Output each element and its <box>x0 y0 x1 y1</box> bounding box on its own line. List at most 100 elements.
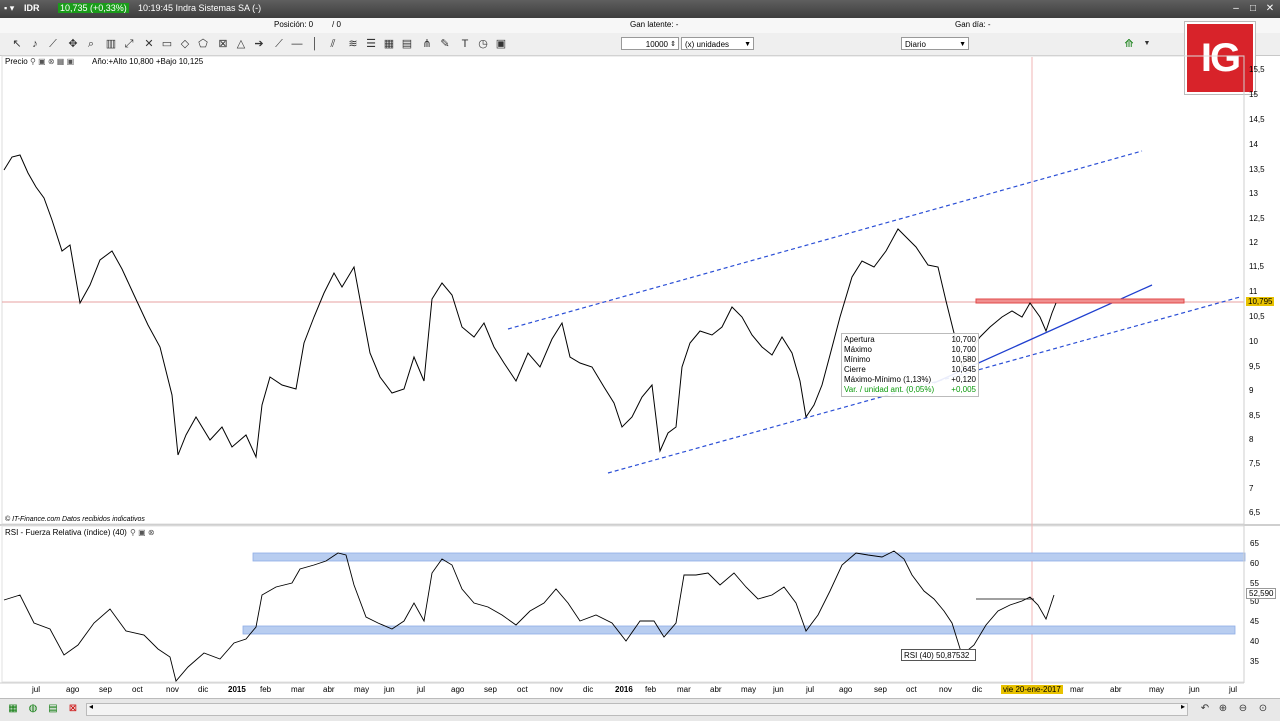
levels-icon[interactable]: ▤ <box>400 37 414 51</box>
indicator-icon[interactable]: ◍ <box>26 702 40 716</box>
price-y-tick: 9,5 <box>1249 362 1261 371</box>
info-row-label: Mínimo <box>844 355 871 364</box>
scroll-left-icon[interactable]: ◂ <box>89 702 93 711</box>
info-row-value: 10,645 <box>951 365 976 374</box>
window-menu-icon[interactable]: ▪ ▾ <box>4 3 14 14</box>
period-value: Diario <box>905 40 926 49</box>
x-axis-label: may <box>354 685 370 694</box>
info-row-value: +0,005 <box>951 385 976 394</box>
price-y-tick: 6,5 <box>1249 508 1261 517</box>
rsi-y-tick: 55 <box>1250 579 1259 588</box>
x-axis-label: abr <box>710 685 722 694</box>
current-price-badge: 10,795 <box>1246 297 1275 306</box>
triangle-icon[interactable]: △ <box>234 37 248 51</box>
spinner-icon[interactable]: ⇕ <box>670 38 676 51</box>
title-bar: ▪ ▾ IDR 10,735 (+0,33%) 10:19:45 Indra S… <box>0 0 1280 18</box>
chart-area[interactable]: Precio ⚲ ▣ ⊗ ▦ ▣ Año:+Alto 10,800 +Bajo … <box>0 55 1280 695</box>
chart-type-icon[interactable]: ⟰ <box>1118 37 1140 51</box>
horizontal-line-icon[interactable]: — <box>290 37 304 51</box>
period-select[interactable]: Diario ▼ <box>901 37 969 50</box>
x-axis-label: may <box>1149 685 1165 694</box>
chart-canvas[interactable] <box>0 55 1280 695</box>
close-button[interactable]: ✕ <box>1264 3 1276 15</box>
x-axis-label: 2015 <box>228 685 246 694</box>
units-select[interactable]: (x) unidades ▼ <box>681 37 754 50</box>
zoom-icon[interactable]: ⌕ <box>84 37 98 51</box>
text-icon[interactable]: T <box>458 37 472 51</box>
pencil-icon[interactable]: ✎ <box>438 37 452 51</box>
x-axis-label: ago <box>66 685 80 694</box>
diamond-icon[interactable]: ◇ <box>178 37 192 51</box>
price-change-badge: 10,735 (+0,33%) <box>58 3 129 13</box>
draw-line-icon[interactable]: ⤢ <box>122 37 136 51</box>
x-axis-label: nov <box>550 685 563 694</box>
price-y-tick: 15 <box>1249 90 1258 99</box>
position-bar: Posición: 0 / 0 Gan latente: - Gan día: … <box>0 18 1280 34</box>
quantity-input[interactable]: 10000 ⇕ <box>621 37 679 50</box>
rsi-y-tick: 45 <box>1250 617 1259 626</box>
chevron-down-icon: ▼ <box>744 41 751 48</box>
price-y-tick: 13 <box>1249 189 1258 198</box>
trash-icon[interactable]: ▥ <box>104 37 118 51</box>
arrow-right-icon[interactable]: ➔ <box>252 37 266 51</box>
bottom-bar: ▦ ◍ ▤ ⊠ ◂ ▸ ↶ ⊕ ⊖ ⊙ <box>0 698 1280 721</box>
price-y-tick: 8,5 <box>1249 411 1261 420</box>
price-y-tick: 12,5 <box>1249 214 1265 223</box>
tools-icon[interactable]: ✥ <box>66 37 80 51</box>
clock-icon[interactable]: ◷ <box>476 37 490 51</box>
x-axis-label: mar <box>291 685 305 694</box>
horizontal-scrollbar[interactable]: ◂ ▸ <box>86 702 1188 716</box>
rsi-lower-band <box>242 625 1236 635</box>
x-axis-label: ago <box>451 685 465 694</box>
info-row-label: Cierre <box>844 365 866 374</box>
zoom-in-icon[interactable]: ⊕ <box>1216 702 1230 716</box>
pitchfork-icon[interactable]: ⋔ <box>420 37 434 51</box>
panel-tools-icon[interactable]: ⚲ ▣ ⊗ ▦ ▣ <box>30 57 74 66</box>
undo-icon[interactable]: ↶ <box>1198 702 1212 716</box>
rsi-y-tick: 40 <box>1250 637 1259 646</box>
x-axis-label: mar <box>1070 685 1084 694</box>
pointer-icon[interactable]: ↖ <box>10 37 24 51</box>
maximize-button[interactable]: □ <box>1247 3 1259 15</box>
diagonal-line-icon[interactable]: ⟋ <box>272 37 286 51</box>
cross-line-icon[interactable]: ✕ <box>142 37 156 51</box>
price-y-tick: 15,5 <box>1249 65 1265 74</box>
info-row-value: 10,700 <box>951 335 976 344</box>
snapshot-icon[interactable]: ▣ <box>494 37 508 51</box>
ruler-icon[interactable]: ⟋ <box>46 37 60 51</box>
rsi-panel-title: RSI - Fuerza Relativa (índice) (40) <box>5 528 127 537</box>
channel-icon[interactable]: ⫽ <box>326 37 340 51</box>
rectangle-icon[interactable]: ▭ <box>160 37 174 51</box>
toolbar: ↖ ♪ ⟋ ✥ ⌕ ▥ ⤢ ✕ ▭ ◇ ⬠ ⊠ △ ➔ ⟋ — │ ⫽ ≋ ☰ … <box>0 33 1280 56</box>
rsi-panel-tools-icon[interactable]: ⚲ ▣ ⊗ <box>130 528 155 537</box>
price-y-tick: 13,5 <box>1249 165 1265 174</box>
price-y-tick: 11,5 <box>1249 262 1264 271</box>
chart-icon[interactable]: ▦ <box>6 702 20 716</box>
zoom-reset-icon[interactable]: ⊙ <box>1256 702 1270 716</box>
scroll-right-icon[interactable]: ▸ <box>1181 702 1185 711</box>
cross-box-icon[interactable]: ⊠ <box>216 37 230 51</box>
alert-bell-icon[interactable]: ♪ <box>28 37 42 51</box>
grid-icon[interactable]: ▦ <box>382 37 396 51</box>
x-axis-label: vie 20-ene-2017 <box>1001 685 1063 694</box>
delete-icon[interactable]: ⊠ <box>66 702 80 716</box>
table-icon[interactable]: ▤ <box>46 702 60 716</box>
position-label: Posición: 0 <box>274 20 314 29</box>
info-row-label: Apertura <box>844 335 875 344</box>
minimize-button[interactable]: – <box>1230 3 1242 15</box>
x-axis-label: dic <box>972 685 983 694</box>
rsi-current-badge: 52,590 <box>1246 588 1277 599</box>
x-axis-label: 2016 <box>615 685 633 694</box>
fan-icon[interactable]: ≋ <box>346 37 360 51</box>
price-panel-title: Precio <box>5 57 28 66</box>
zoom-out-icon[interactable]: ⊖ <box>1236 702 1250 716</box>
fibonacci-icon[interactable]: ☰ <box>364 37 378 51</box>
info-row-label: Máximo-Mínimo (1,13%) <box>844 375 932 384</box>
x-axis-label: dic <box>583 685 594 694</box>
rsi-upper-band <box>252 552 1246 562</box>
position-slash: / 0 <box>332 20 341 29</box>
chevron-down-icon[interactable]: ▼ <box>1140 37 1154 51</box>
vertical-line-icon[interactable]: │ <box>308 37 322 51</box>
resistance-zone[interactable] <box>975 298 1185 304</box>
polygon-icon[interactable]: ⬠ <box>196 37 210 51</box>
